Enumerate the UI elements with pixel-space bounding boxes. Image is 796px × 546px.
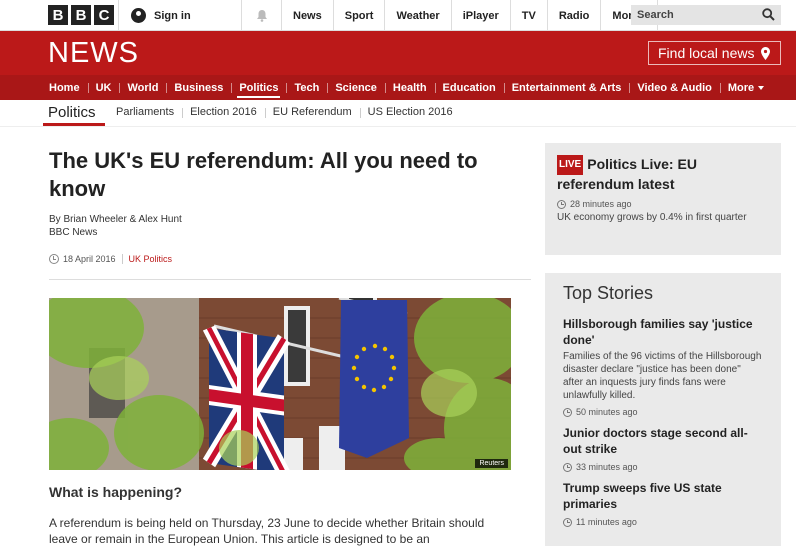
top-story-time: 50 minutes ago <box>563 407 763 417</box>
top-story-time-text: 50 minutes ago <box>576 407 638 417</box>
politics-live-promo[interactable]: LIVE Politics Live: EU referendum latest … <box>545 143 781 255</box>
article-headline: The UK's EU referendum: All you need to … <box>49 148 478 201</box>
search-input[interactable]: Search <box>631 5 781 25</box>
sub-nav-active-indicator <box>43 123 105 126</box>
notifications-bell-icon[interactable] <box>242 0 282 31</box>
clock-icon <box>563 462 572 472</box>
sub-nav-title[interactable]: Politics <box>48 104 96 121</box>
clock-icon <box>563 407 572 417</box>
section-nav-more-label: More <box>727 81 755 94</box>
top-stories-heading: Top Stories <box>563 283 654 303</box>
sub-nav-parliaments[interactable]: Parliaments <box>108 106 182 118</box>
live-promo-title-row: LIVE Politics Live: EU referendum latest <box>557 155 769 193</box>
live-promo-time: 28 minutes ago <box>557 199 769 209</box>
section-nav-home[interactable]: Home <box>41 75 88 100</box>
live-promo-time-text: 28 minutes ago <box>570 199 632 209</box>
article-topic-link[interactable]: UK Politics <box>129 254 173 264</box>
search-placeholder: Search <box>637 9 674 21</box>
clock-icon <box>49 254 59 264</box>
section-nav-world[interactable]: World <box>119 75 166 100</box>
section-nav-health[interactable]: Health <box>384 75 435 100</box>
article-author: By Brian Wheeler & Alex Hunt <box>49 214 182 225</box>
user-icon <box>131 8 146 23</box>
top-story-time-text: 33 minutes ago <box>576 462 638 472</box>
top-nav-news[interactable]: News <box>282 0 334 31</box>
image-credit: Reuters <box>475 459 508 468</box>
top-stories: Top Stories Hillsborough families say 'j… <box>545 273 781 546</box>
top-story-title[interactable]: Hillsborough families say 'justice done' <box>563 316 763 348</box>
news-header: NEWS Find local news <box>0 31 796 75</box>
find-local-news-button[interactable]: Find local news <box>648 41 781 65</box>
top-story-item: Junior doctors stage second all-out stri… <box>563 425 763 472</box>
article-date: 18 April 2016 <box>63 254 116 264</box>
top-story-time-text: 11 minutes ago <box>576 517 637 527</box>
article-source: BBC News <box>49 227 98 238</box>
top-story-time: 33 minutes ago <box>563 462 763 472</box>
bbc-logo-letter: B <box>48 5 68 25</box>
top-nav-radio[interactable]: Radio <box>548 0 602 31</box>
top-story-title[interactable]: Trump sweeps five US state primaries <box>563 480 763 512</box>
top-story-item: Hillsborough families say 'justice done'… <box>563 316 763 417</box>
bbc-top-bar: B B C Sign in News Sport Weather iPlayer… <box>0 0 796 31</box>
live-badge: LIVE <box>557 155 584 175</box>
politics-sub-nav: Politics Parliaments Election 2016 EU Re… <box>0 100 796 127</box>
article-subheading: What is happening? <box>49 484 182 500</box>
article-divider <box>49 279 531 280</box>
sign-in-label: Sign in <box>154 9 191 22</box>
section-nav-tech[interactable]: Tech <box>286 75 327 100</box>
clock-icon <box>563 517 572 527</box>
bbc-logo-letter: B <box>71 5 91 25</box>
top-nav-iplayer[interactable]: iPlayer <box>452 0 511 31</box>
article-byline: By Brian Wheeler & Alex Hunt BBC News <box>49 213 182 239</box>
article-meta: 18 April 2016 UK Politics <box>49 254 172 264</box>
section-nav-business[interactable]: Business <box>166 75 231 100</box>
section-nav-education[interactable]: Education <box>434 75 504 100</box>
section-nav-entertainment[interactable]: Entertainment & Arts <box>503 75 630 100</box>
top-story-time: 11 minutes ago <box>563 517 763 527</box>
news-logo[interactable]: NEWS <box>48 37 139 70</box>
meta-divider <box>121 254 123 264</box>
flags-photo-illustration <box>49 298 511 470</box>
section-nav-more[interactable]: More <box>719 75 772 100</box>
chevron-down-icon <box>758 85 765 90</box>
article-paragraph: A referendum is being held on Thursday, … <box>49 516 485 546</box>
top-story-summary: Families of the 96 victims of the Hillsb… <box>563 351 762 401</box>
article-photo: Reuters <box>49 298 511 470</box>
section-nav-science[interactable]: Science <box>327 75 385 100</box>
sub-nav-election-2016[interactable]: Election 2016 <box>182 106 265 118</box>
live-promo-summary: UK economy grows by 0.4% in first quarte… <box>557 212 747 223</box>
top-nav: News Sport Weather iPlayer TV Radio More <box>282 0 659 31</box>
top-nav-tv[interactable]: TV <box>511 0 548 31</box>
clock-icon <box>557 199 566 209</box>
section-nav-uk[interactable]: UK <box>87 75 120 100</box>
section-nav-politics[interactable]: Politics <box>231 75 286 100</box>
find-local-label: Find local news <box>658 45 755 61</box>
bbc-logo-letter: C <box>94 5 114 25</box>
location-pin-icon <box>760 46 770 60</box>
top-story-item: Trump sweeps five US state primaries 11 … <box>563 480 763 527</box>
section-nav-video-audio[interactable]: Video & Audio <box>629 75 720 100</box>
sign-in-link[interactable]: Sign in <box>118 0 242 31</box>
section-nav: Home UK World Business Politics Tech Sci… <box>0 75 796 100</box>
sub-nav-us-election-2016[interactable]: US Election 2016 <box>359 106 461 118</box>
sub-nav-eu-referendum[interactable]: EU Referendum <box>264 106 360 118</box>
top-story-title[interactable]: Junior doctors stage second all-out stri… <box>563 425 763 457</box>
search-icon[interactable] <box>762 8 775 21</box>
top-nav-weather[interactable]: Weather <box>385 0 452 31</box>
bbc-logo[interactable]: B B C <box>48 5 114 25</box>
top-nav-sport[interactable]: Sport <box>334 0 386 31</box>
